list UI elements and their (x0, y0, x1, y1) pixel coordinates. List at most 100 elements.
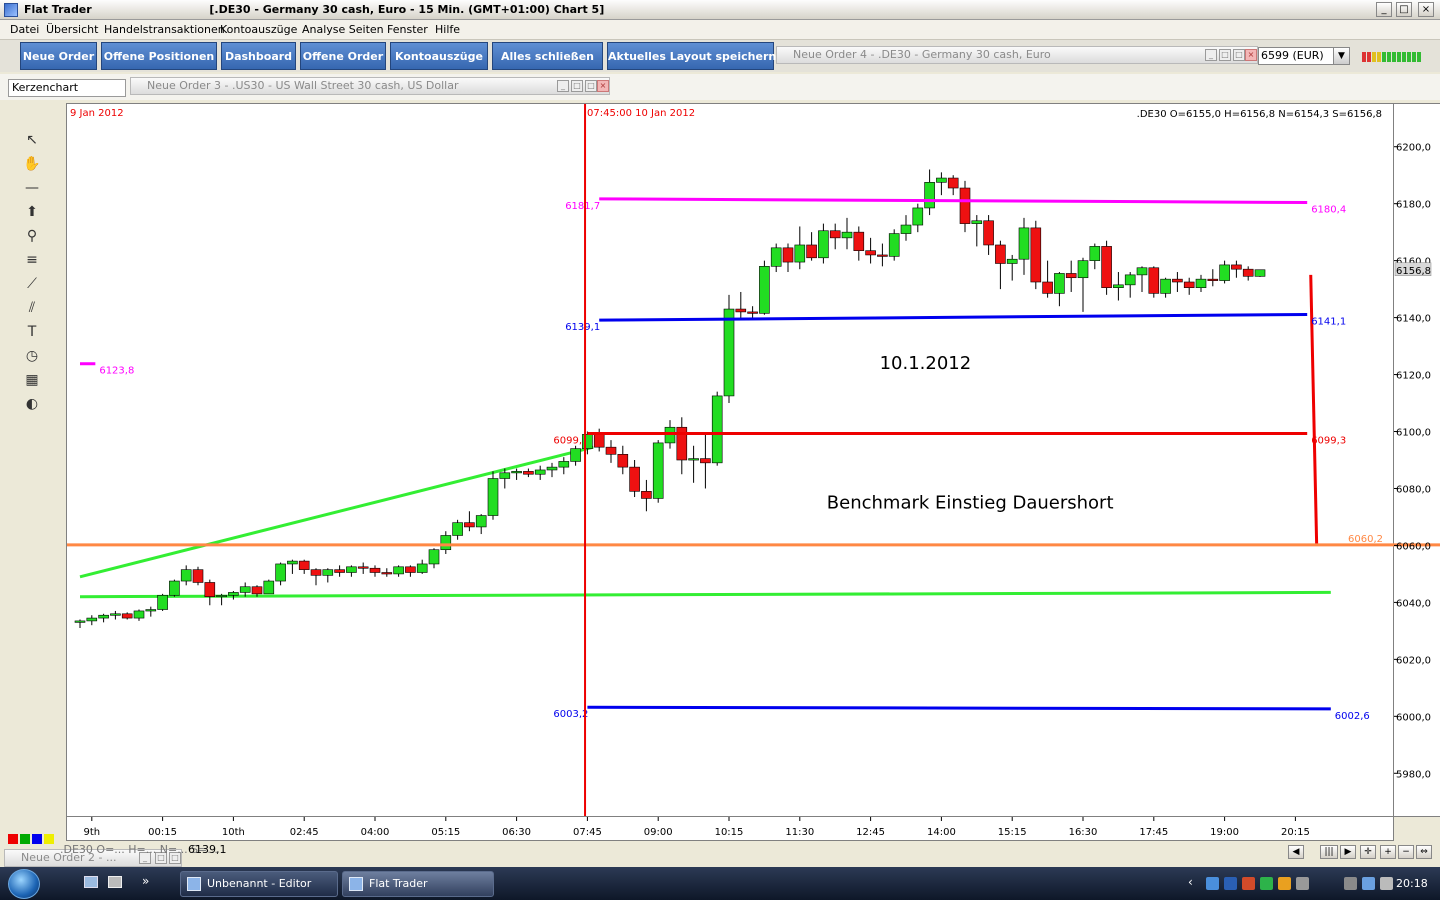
x-tick-label: 04:00 (361, 827, 390, 838)
bluetooth-icon[interactable] (1224, 877, 1237, 890)
zoom-out-icon[interactable]: − (1398, 845, 1414, 859)
candle-up (534, 469, 546, 475)
scroll-left-icon[interactable]: ◀ (1288, 845, 1304, 859)
candle-up (511, 471, 522, 474)
candle-down (1231, 264, 1242, 270)
candle-down (381, 572, 393, 575)
level-6003-2 (587, 705, 1331, 711)
candle-up (818, 230, 829, 259)
y-tick-label: 6060,0 (1396, 541, 1431, 552)
plot-group (74, 169, 1331, 711)
candle-up (86, 617, 98, 622)
candle-up (475, 515, 487, 528)
level-6139-1-label-left: 6139,1 (565, 322, 600, 333)
candle-down (405, 566, 416, 573)
candle-down (735, 308, 747, 313)
candle-up (263, 580, 275, 595)
candle-up (169, 580, 180, 596)
wifi-icon[interactable] (1362, 877, 1375, 890)
candle-up (145, 609, 157, 612)
quicklaunch-icon[interactable] (108, 876, 122, 888)
x-tick-label: 12:45 (856, 827, 885, 838)
candle-up (440, 535, 452, 551)
candlestick-chart: 6060,2 6181,7 6180,4 6139,1 6141,1 6099, 6099,… (67, 104, 1440, 838)
task-editor[interactable]: Unbenannt - Editor (180, 871, 338, 897)
color-swatch-yellow[interactable] (44, 834, 54, 844)
candle-up (711, 395, 723, 464)
task-editor-label: Unbenannt - Editor (207, 877, 312, 890)
start-button[interactable] (8, 869, 40, 899)
zoom-in-icon[interactable]: + (1380, 845, 1396, 859)
y-tick-label: 5980,0 (1396, 769, 1431, 780)
scroll-thumb[interactable]: ||| (1320, 845, 1338, 859)
x-tick-label: 02:45 (290, 827, 319, 838)
network-icon[interactable] (1206, 877, 1219, 890)
crosshair-icon[interactable]: ✛ (1360, 845, 1376, 859)
candle-up (1113, 284, 1124, 288)
power-icon[interactable] (1344, 877, 1357, 890)
task-flat-trader[interactable]: Flat Trader (342, 871, 494, 897)
show-desktop-icon[interactable] (84, 876, 98, 888)
candle-up (841, 231, 853, 239)
x-tick-label: 10:15 (715, 827, 744, 838)
candle-down (298, 560, 310, 570)
candle-down (121, 613, 133, 619)
update-icon[interactable] (1278, 877, 1291, 890)
candle-down (1183, 281, 1195, 288)
candle-down (700, 458, 711, 464)
candle-up (1006, 258, 1018, 264)
candle-up (239, 586, 251, 593)
candle-up (759, 266, 770, 314)
flat-trader-icon (349, 877, 363, 891)
tray-expand-icon[interactable]: ‹ (1188, 875, 1193, 889)
candle-down (310, 569, 322, 576)
x-tick-label: 19:00 (1210, 827, 1239, 838)
candle-up (452, 522, 463, 536)
security-icon[interactable] (1242, 877, 1255, 890)
status-value: 6139,1 (188, 843, 227, 856)
y-tick-label: 6020,0 (1396, 655, 1431, 666)
candle-down (192, 569, 204, 583)
red-drop-line (1309, 274, 1319, 545)
candle-up (157, 594, 168, 610)
candle-up (688, 458, 699, 461)
x-tick-label: 00:15 (148, 827, 177, 838)
orange-line-6060-label: 6060,2 (1348, 534, 1383, 545)
candle-up (770, 247, 782, 267)
candle-down (464, 522, 475, 528)
candle-up (900, 224, 912, 234)
candle-down (357, 566, 369, 569)
antivirus-icon[interactable] (1260, 877, 1273, 890)
color-swatch-blue[interactable] (32, 834, 42, 844)
x-tick-label: 07:45 (573, 827, 602, 838)
color-swatch-green[interactable] (20, 834, 30, 844)
current-price-label: 6156,8 (1396, 266, 1431, 277)
candle-down (1030, 227, 1042, 283)
level-6003-2-label-right: 6002,6 (1335, 711, 1370, 722)
printer-icon[interactable] (1296, 877, 1309, 890)
volume-icon[interactable] (1380, 877, 1393, 890)
level-6123-8-label-right: 6123,8 (99, 366, 134, 377)
candle-up (74, 620, 86, 623)
color-swatch-red[interactable] (8, 834, 18, 844)
candle-up (110, 613, 121, 616)
candle-down (593, 434, 605, 448)
level-6099-label-left: 6099, (553, 436, 582, 447)
candle-up (794, 244, 806, 263)
candle-down (334, 569, 345, 573)
candle-up (1219, 264, 1230, 281)
scroll-right-icon[interactable]: ▶ (1340, 845, 1356, 859)
level-6181-7-label-right: 6180,4 (1311, 205, 1346, 216)
candle-up (1089, 246, 1101, 261)
candle-down (1101, 246, 1112, 288)
fit-chart-icon[interactable]: ⇔ (1416, 845, 1432, 859)
x-tick-label: 16:30 (1069, 827, 1098, 838)
chevron-right-icon[interactable]: » (142, 874, 149, 888)
candle-up (287, 560, 298, 565)
candle-up (1160, 278, 1171, 294)
x-tick-label: 10th (222, 827, 245, 838)
candle-down (1148, 267, 1160, 294)
candle-down (959, 187, 971, 224)
candle-up (558, 461, 570, 468)
candle-up (936, 177, 947, 183)
